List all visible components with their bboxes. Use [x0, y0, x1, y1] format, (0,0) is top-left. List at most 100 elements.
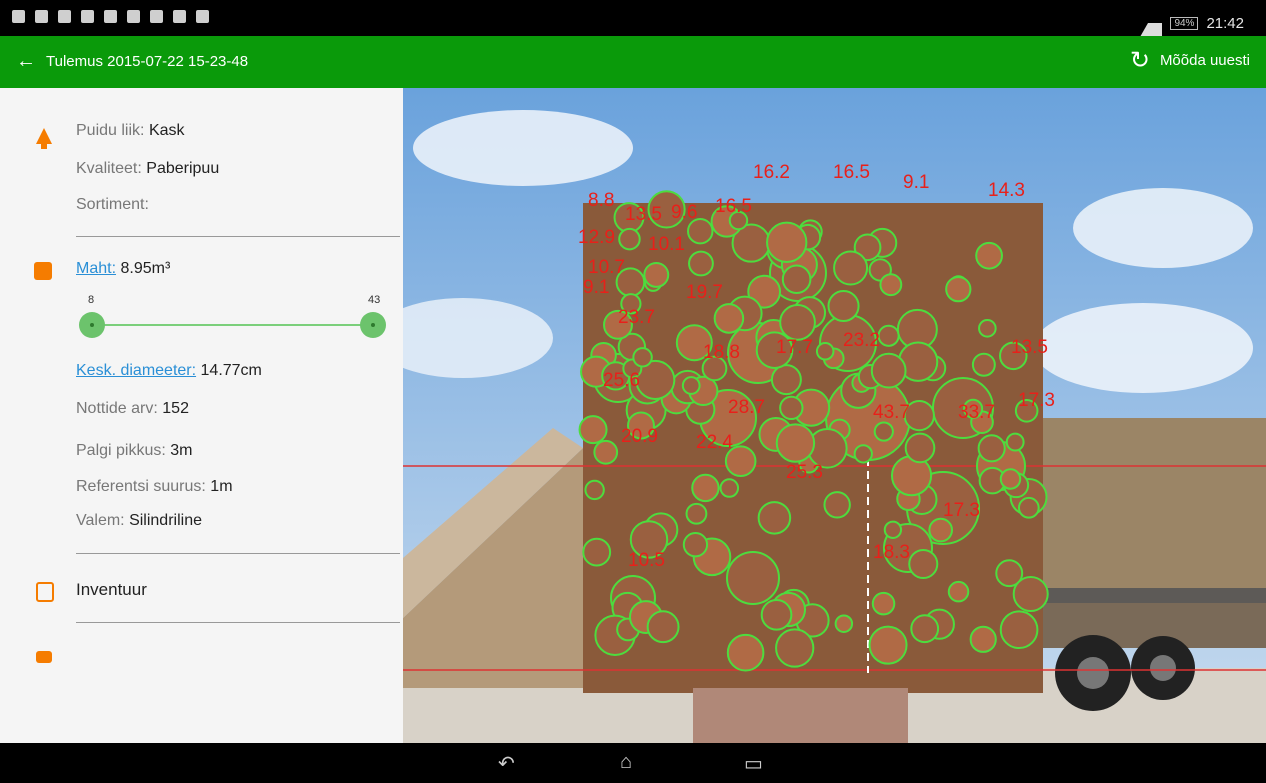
log-end-detection: [726, 551, 780, 605]
log-diameter-label: 16.2: [753, 162, 790, 183]
inventory-item[interactable]: Inventuur: [76, 580, 147, 600]
bluetooth-icon: [150, 10, 163, 23]
log-end-detection: [823, 491, 851, 519]
log-end-detection: [582, 537, 612, 567]
log-diameter-label: 25.3: [786, 462, 823, 483]
app-bar: ← Tulemus 2015-07-22 15-23-48 ↻ Mõõda uu…: [0, 36, 1266, 88]
log-diameter-label: 18.3: [873, 542, 910, 563]
log-end-detection: [908, 548, 939, 580]
quality-value: Paberipuu: [146, 160, 220, 177]
slider-min-thumb[interactable]: [79, 312, 105, 338]
log-end-detection: [779, 395, 804, 421]
log-diameter-label: 18.8: [703, 342, 740, 363]
status-bar: 94% 21:42: [0, 0, 1266, 37]
log-end-detection: [1005, 432, 1025, 452]
diameter-row: Kesk. diameeter: 14.77cm: [76, 362, 262, 380]
slider-max-thumb[interactable]: [360, 312, 386, 338]
log-diameter-label: 8.8: [588, 190, 614, 211]
log-length-label: Palgi pikkus:: [76, 442, 166, 459]
log-end-detection: [977, 434, 1006, 463]
cell-signal-icon: [1140, 9, 1163, 37]
quality-row: Kvaliteet: Paberipuu: [76, 160, 219, 178]
slider-min-label: 8: [88, 294, 95, 306]
sync-icon: [173, 10, 186, 23]
reference-label: Referentsi suurus:: [76, 478, 206, 495]
diameter-range-slider[interactable]: [92, 324, 374, 326]
log-end-detection: [928, 517, 953, 543]
log-diameter-label: 9.1: [903, 172, 929, 193]
log-end-detection: [681, 376, 701, 395]
cube-icon: [34, 262, 52, 280]
navigation-bar: ↶ ⌂ ▭: [0, 743, 1266, 783]
log-end-detection: [879, 273, 903, 297]
assortment-label: Sortiment:: [76, 196, 149, 213]
log-end-detection: [775, 628, 815, 668]
log-diameter-label: 19.7: [686, 282, 723, 303]
wood-type-row: Puidu liik: Kask: [76, 122, 185, 140]
log-end-detection: [868, 625, 908, 665]
log-length-value: 3m: [170, 442, 193, 459]
remeasure-button[interactable]: ↻ Mõõda uuesti: [1130, 46, 1250, 75]
log-diameter-label: 16.5: [833, 162, 870, 183]
photo-illustration: 16.2 16.58.89.1 14.313.5 9.6 16.512.9 10.110.…: [403, 88, 1266, 743]
log-end-detection: [978, 319, 997, 338]
log-count-label: Nottide arv:: [76, 400, 158, 417]
log-end-detection: [883, 520, 903, 539]
log-end-detection: [632, 347, 653, 368]
log-diameter-label: 43.7: [873, 402, 910, 423]
check-icon: [196, 10, 209, 23]
flag-icon: [127, 10, 140, 23]
log-end-detection: [766, 221, 808, 264]
log-count-value: 152: [162, 400, 189, 417]
log-diameter-label: 10.5: [628, 550, 665, 571]
divider: [76, 622, 400, 623]
reference-value: 1m: [210, 478, 233, 495]
battery-indicator: 94%: [1170, 16, 1199, 30]
divider: [76, 553, 400, 554]
log-end-detection: [975, 241, 1003, 270]
log-end-detection: [877, 324, 900, 347]
log-diameter-label: 17.3: [943, 500, 980, 521]
back-arrow-icon[interactable]: ←: [16, 50, 36, 73]
log-end-detection: [770, 364, 802, 396]
log-diameter-label: 22.4: [696, 432, 733, 453]
log-diameter-label: 33.7: [958, 402, 995, 423]
log-count-row: Nottide arv: 152: [76, 400, 189, 418]
sd-card-icon: [58, 10, 71, 23]
log-diameter-label: 23.7: [618, 307, 655, 328]
log-end-detection: [646, 610, 680, 644]
log-diameter-label: 9.1: [583, 277, 609, 298]
tree-icon: [36, 128, 52, 149]
log-end-detection: [757, 501, 792, 535]
comment-icon[interactable]: [36, 651, 52, 663]
log-end-detection: [726, 633, 765, 672]
log-end-detection: [779, 303, 816, 341]
log-end-detection: [999, 468, 1022, 490]
log-end-detection: [593, 439, 619, 465]
log-end-detection: [834, 614, 854, 633]
recent-apps-icon[interactable]: ▭: [744, 751, 763, 776]
log-end-detection: [871, 591, 896, 616]
diameter-link[interactable]: Kesk. diameeter:: [76, 362, 196, 379]
wood-type-value: Kask: [148, 122, 185, 139]
log-diameter-label: 14.3: [988, 180, 1025, 201]
log-stack-photo: 16.2 16.5 8.8 9.1 14.3 13.5 9.6 16.5 12.9 10.1 10.…: [403, 88, 1266, 743]
home-icon[interactable]: ⌂: [620, 751, 632, 774]
log-end-detection: [971, 352, 996, 377]
log-diameter-label: 10.1: [648, 234, 685, 255]
formula-value: Silindriline: [129, 512, 202, 529]
log-diameter-label: 23.2: [843, 330, 880, 351]
volume-link[interactable]: Maht:: [76, 260, 116, 277]
remeasure-label: Mõõda uuesti: [1159, 52, 1250, 69]
log-end-detection: [688, 250, 714, 277]
log-end-detection: [945, 276, 972, 303]
clipboard-icon: [36, 582, 54, 602]
log-diameter-label: 17.3: [1018, 390, 1055, 411]
log-end-detection: [910, 614, 940, 644]
log-diameter-label: 20.9: [621, 426, 658, 447]
log-end-detection: [815, 342, 835, 361]
log-diameter-label: 25.6: [603, 370, 640, 391]
log-diameter-label: 17.7: [776, 337, 813, 358]
divider: [76, 236, 400, 237]
back-nav-icon[interactable]: ↶: [498, 751, 515, 776]
